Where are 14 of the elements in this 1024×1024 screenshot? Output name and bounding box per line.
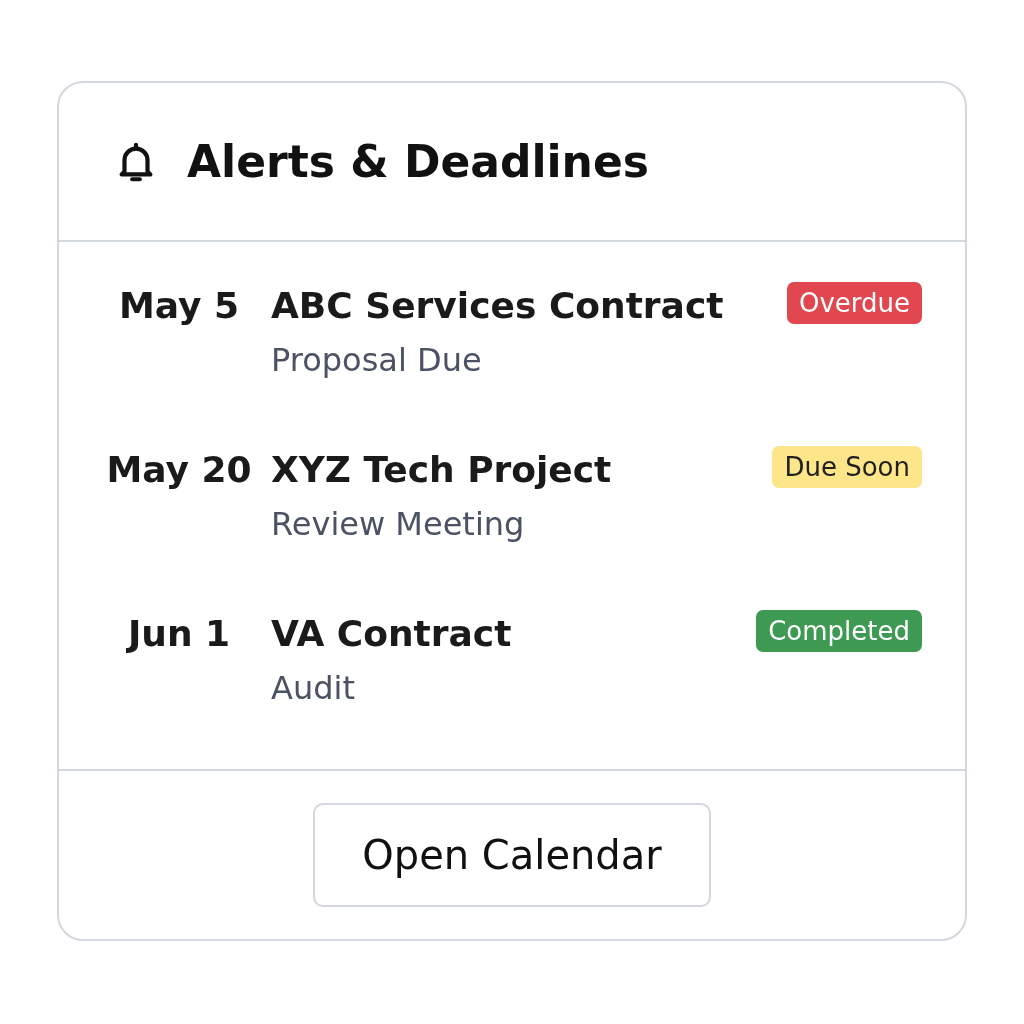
alert-subtitle: Audit [271, 668, 356, 708]
open-calendar-button[interactable]: Open Calendar [313, 803, 711, 907]
status-badge: Due Soon [772, 446, 922, 488]
alert-subtitle: Proposal Due [271, 340, 483, 380]
date-label: Jun 1 [125, 612, 232, 656]
date-label: May 20 [105, 448, 253, 492]
status-badge: Overdue [786, 282, 922, 324]
alert-subtitle: Review Meeting [271, 504, 526, 544]
alert-title: XYZ Tech Project [271, 448, 613, 492]
date-label: May 5 [117, 284, 241, 328]
status-badge: Completed [756, 610, 922, 652]
alert-title: VA Contract [271, 612, 513, 656]
alert-title: ABC Services Contract [271, 284, 725, 328]
card-title: Alerts & Deadlines [187, 136, 649, 187]
